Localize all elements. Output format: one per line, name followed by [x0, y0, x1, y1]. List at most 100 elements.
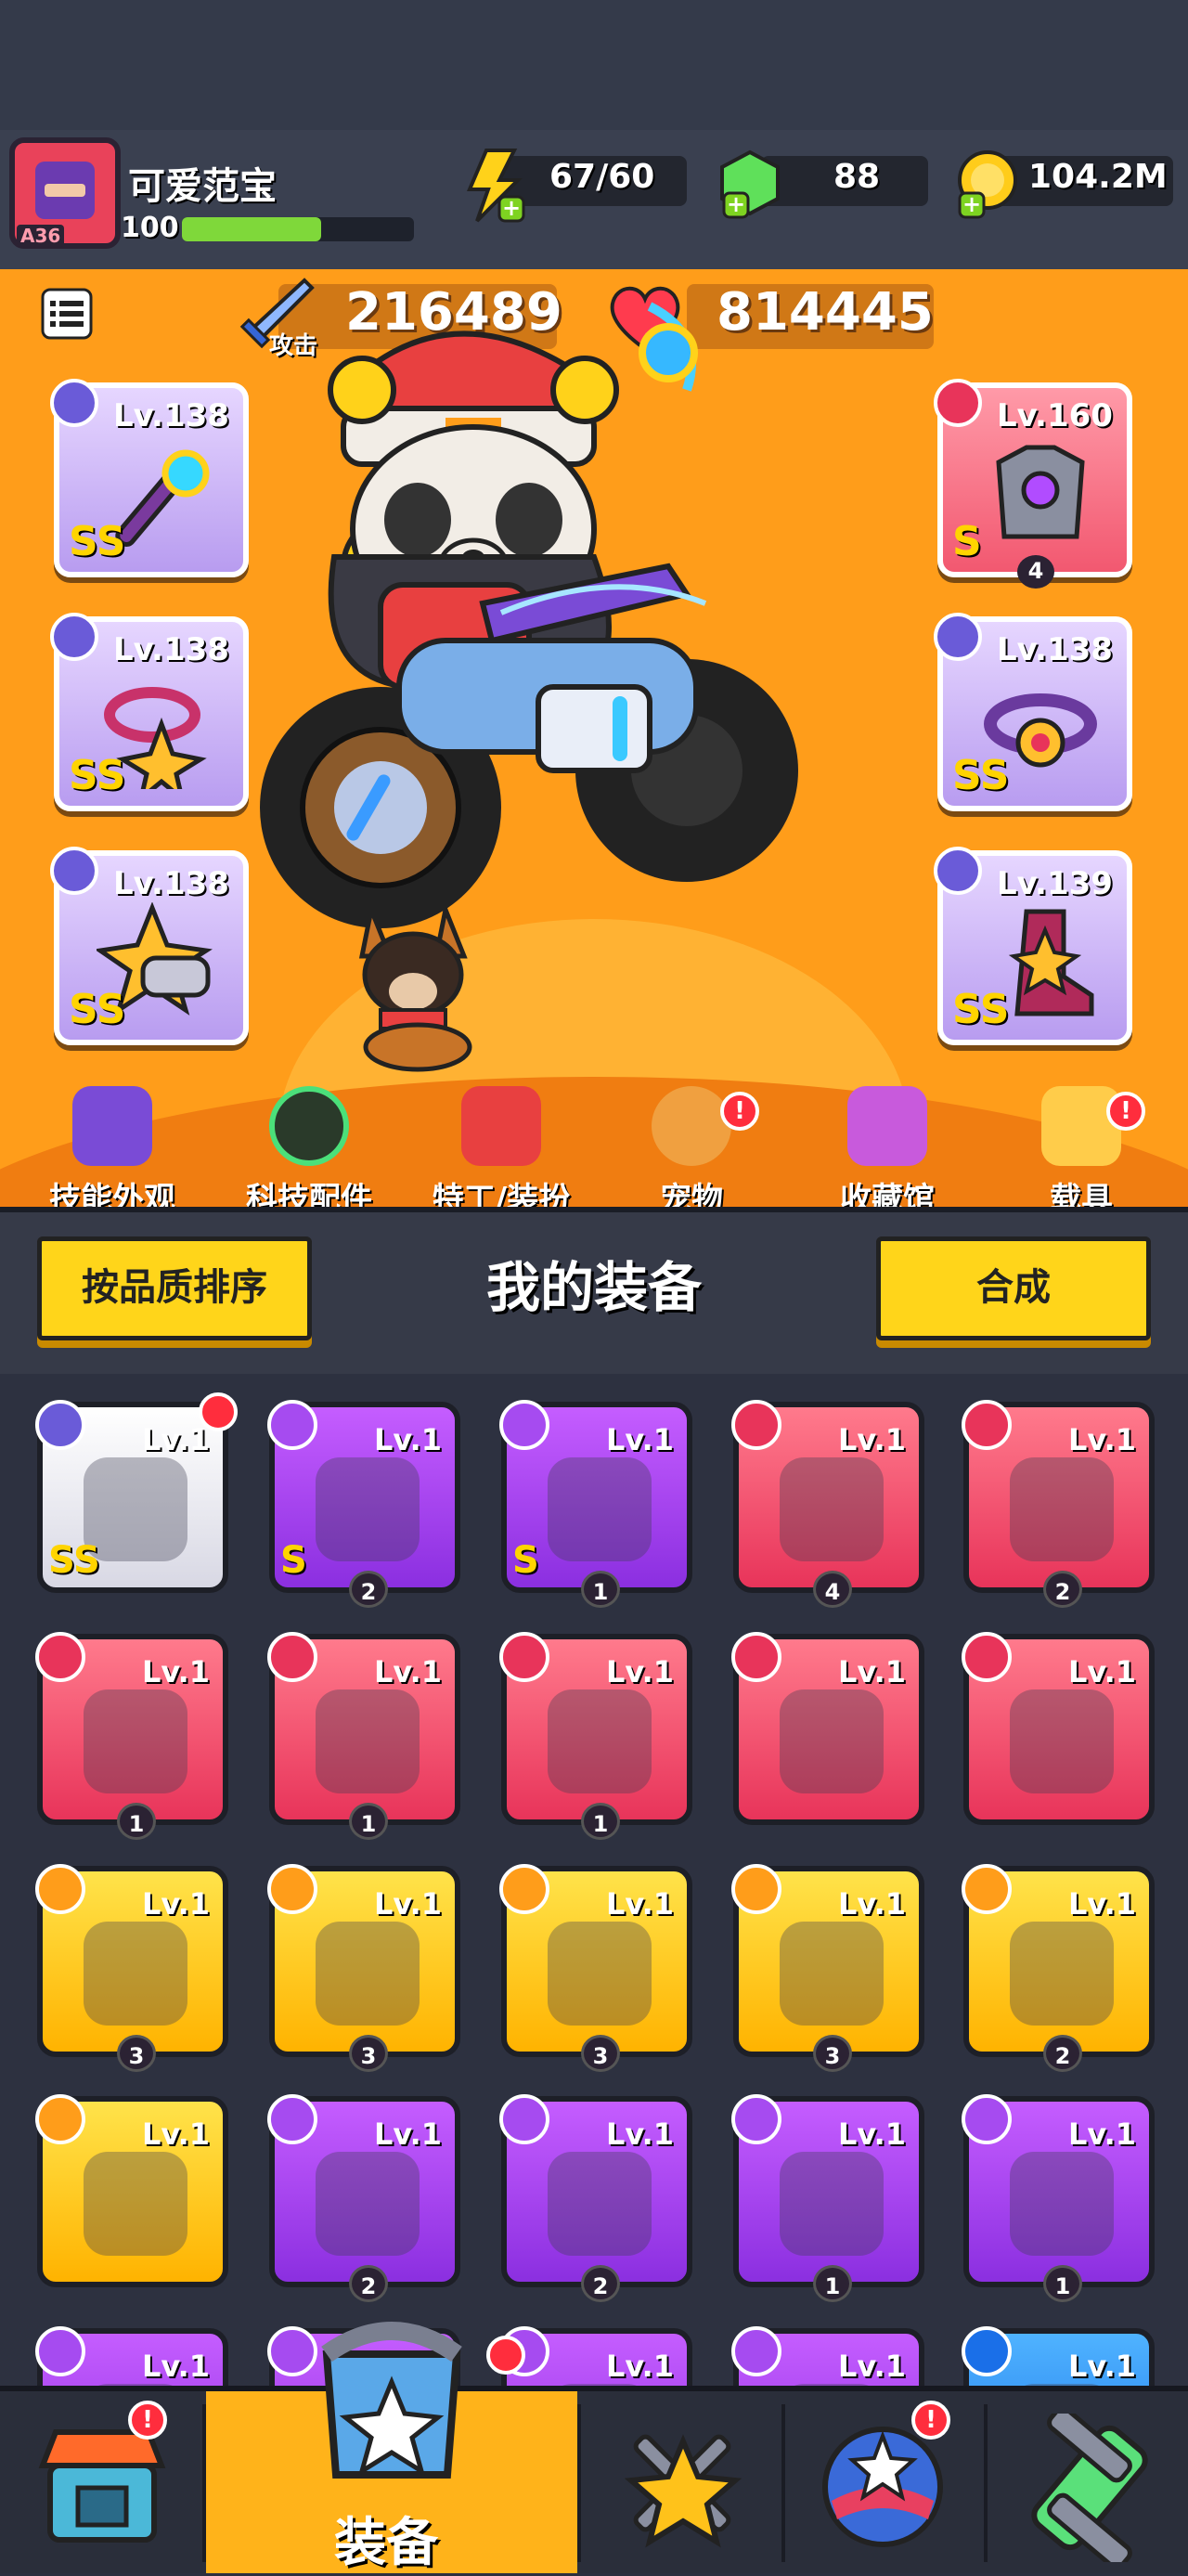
merge-button[interactable]: 合成	[876, 1236, 1151, 1340]
new-item-badge	[199, 1392, 238, 1431]
sort-by-quality-button[interactable]: 按品质排序	[37, 1236, 312, 1340]
inventory-item[interactable]: Lv.1	[731, 1632, 924, 1825]
item-type-icon	[731, 1864, 781, 1914]
item-level: Lv.1	[1067, 1886, 1136, 1922]
item-art-icon	[316, 1689, 420, 1793]
inventory-item[interactable]: Lv.1 S 1	[499, 1400, 692, 1608]
item-art-icon	[780, 1457, 884, 1561]
boots-type-icon	[934, 847, 982, 895]
item-grade: S	[280, 1539, 307, 1582]
item-art-icon	[548, 1689, 652, 1793]
item-type-icon	[731, 2326, 781, 2376]
item-level: Lv.1	[373, 1422, 442, 1457]
shop-alert-badge: !	[128, 2401, 167, 2440]
inventory-item[interactable]: Lv.1 1	[731, 2094, 924, 2302]
item-art-icon	[316, 1457, 420, 1561]
inventory-item[interactable]: Lv.1 2	[962, 1864, 1155, 2072]
item-type-icon	[962, 2326, 1012, 2376]
item-type-icon	[499, 1632, 549, 1682]
grade-badge: SS	[69, 518, 126, 565]
nav-world[interactable]	[785, 2391, 984, 2573]
inventory-item[interactable]: Lv.1 3	[731, 1864, 924, 2072]
nav-research[interactable]	[988, 2391, 1188, 2573]
inventory-item[interactable]: Lv.1 1	[499, 1632, 692, 1840]
item-art-icon	[548, 1457, 652, 1561]
item-type-icon	[35, 2094, 85, 2144]
dna-icon	[1031, 2414, 1148, 2562]
item-level: Lv.1	[1067, 2349, 1136, 2384]
hero-character[interactable]	[223, 251, 891, 1068]
item-type-icon	[962, 1632, 1012, 1682]
item-count: 1	[581, 1803, 620, 1840]
inventory-item[interactable]: Lv.1	[35, 2094, 228, 2287]
item-type-icon	[267, 1632, 317, 1682]
equipped-slot-left-1[interactable]: Lv.138 SS	[50, 379, 249, 577]
weapon-type-icon	[50, 379, 98, 427]
slot-level: Lv.138	[113, 865, 229, 902]
item-count: 1	[1043, 2265, 1082, 2302]
item-level: Lv.1	[373, 1886, 442, 1922]
item-count: 1	[581, 1571, 620, 1608]
player-avatar[interactable]: A36	[9, 137, 121, 249]
inventory-item[interactable]: Lv.1 4	[731, 1400, 924, 1608]
item-count: 2	[1043, 1571, 1082, 1608]
svg-text:+: +	[962, 191, 981, 217]
menu-agent-outfit[interactable]: 特工/装扮	[418, 1086, 585, 1219]
item-level: Lv.1	[837, 2349, 906, 2384]
gem-icon[interactable]: +	[717, 147, 785, 225]
equipped-slot-left-2[interactable]: Lv.138 SS	[50, 613, 249, 811]
item-type-icon	[499, 1864, 549, 1914]
item-count: 2	[581, 2265, 620, 2302]
item-level: Lv.1	[141, 2349, 210, 2384]
inventory-item[interactable]: Lv.1 2	[962, 1400, 1155, 1608]
item-level: Lv.1	[605, 2116, 674, 2152]
equipment-icon	[321, 2322, 462, 2479]
item-type-icon	[35, 1864, 85, 1914]
inventory-item[interactable]: Lv.1 S 2	[267, 1400, 460, 1608]
item-grade: SS	[48, 1539, 100, 1582]
item-count: 3	[349, 2035, 388, 2072]
inventory-item[interactable]: Lv.1 1	[962, 2094, 1155, 2302]
pet-dog[interactable]	[334, 891, 492, 1077]
inventory-item[interactable]: Lv.1 2	[267, 2094, 460, 2302]
menu-skill-appearance[interactable]: 技能外观	[33, 1086, 191, 1219]
slot-level: Lv.160	[997, 397, 1113, 434]
belt-type-icon	[934, 613, 982, 661]
inventory-item[interactable]: Lv.1 2	[499, 2094, 692, 2302]
nav-shop[interactable]	[0, 2391, 202, 2573]
gems-value: 88	[833, 158, 881, 196]
slot-level: Lv.139	[997, 865, 1113, 902]
item-art-icon	[316, 1922, 420, 2026]
inventory-item[interactable]: Lv.1 3	[35, 1864, 228, 2072]
item-level: Lv.1	[837, 1422, 906, 1457]
player-level: 100	[121, 212, 179, 244]
menu-collection[interactable]: 收藏馆	[813, 1086, 962, 1219]
coin-icon[interactable]: +	[952, 147, 1021, 225]
menu-list-icon[interactable]	[41, 288, 93, 340]
equipped-slot-right-3[interactable]: Lv.139 SS	[934, 847, 1132, 1045]
item-type-icon	[731, 1400, 781, 1450]
equipped-slot-right-2[interactable]: Lv.138 SS	[934, 613, 1132, 811]
equipment-new-badge	[486, 2336, 525, 2375]
menu-tech-parts[interactable]: 科技配件	[230, 1086, 388, 1219]
item-type-icon	[35, 1400, 85, 1450]
grade-badge: SS	[952, 986, 1010, 1033]
equipped-slot-right-1[interactable]: Lv.160 S 4	[934, 379, 1132, 589]
item-count: 2	[1043, 2035, 1082, 2072]
inventory-item[interactable]: Lv.1 SS	[35, 1392, 238, 1593]
item-type-icon	[962, 2094, 1012, 2144]
item-type-icon	[499, 2094, 549, 2144]
item-art-icon	[1010, 1689, 1114, 1793]
inventory-item[interactable]: Lv.1 1	[267, 1632, 460, 1840]
inventory-item[interactable]: Lv.1	[962, 1632, 1155, 1825]
item-type-icon	[962, 1400, 1012, 1450]
equipped-slot-left-3[interactable]: Lv.138 SS	[50, 847, 249, 1045]
grade-badge: S	[952, 518, 982, 565]
energy-icon[interactable]: +	[458, 147, 527, 225]
nav-battle[interactable]	[581, 2391, 781, 2573]
inventory-item[interactable]: Lv.1 1	[35, 1632, 228, 1840]
inventory-item[interactable]: Lv.1 3	[499, 1864, 692, 2072]
inventory-item[interactable]: Lv.1 3	[267, 1864, 460, 2072]
nav-equipment[interactable]: 装备	[206, 2322, 577, 2573]
coins-value: 104.2M	[1028, 158, 1168, 196]
